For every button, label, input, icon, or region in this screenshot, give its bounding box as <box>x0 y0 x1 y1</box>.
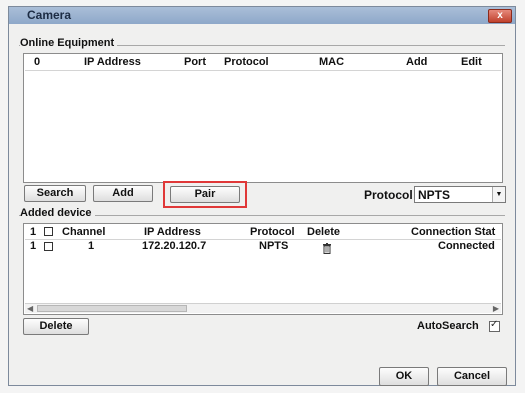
header-separator <box>25 70 501 71</box>
col-header-ip-address[interactable]: IP Address <box>84 56 141 68</box>
close-button[interactable]: x <box>488 9 512 23</box>
title-bar: Camera x <box>9 7 515 24</box>
col-header-ip-address[interactable]: IP Address <box>144 226 201 238</box>
row-ip-address: 172.20.120.7 <box>142 240 207 252</box>
ok-button[interactable]: OK <box>379 367 429 386</box>
autosearch-label: AutoSearch <box>417 320 479 332</box>
col-header-connection-status[interactable]: Connection Stat <box>411 226 495 238</box>
col-header-protocol[interactable]: Protocol <box>224 56 269 68</box>
col-header-index[interactable]: 0 <box>34 56 40 68</box>
window-title: Camera <box>27 8 72 22</box>
search-button[interactable]: Search <box>24 185 86 202</box>
arrow-left-icon[interactable]: ◀ <box>27 304 33 313</box>
cancel-button[interactable]: Cancel <box>437 367 507 386</box>
added-device-table[interactable]: 1 Channel IP Address Protocol Delete Con… <box>23 223 503 315</box>
table-row[interactable]: 1 1 172.20.120.7 NPTS Connected <box>24 240 502 254</box>
col-header-add[interactable]: Add <box>406 56 427 68</box>
row-checkbox[interactable] <box>44 242 53 251</box>
row-index: 1 <box>30 240 37 252</box>
row-protocol: NPTS <box>259 240 289 252</box>
protocol-select[interactable]: NPTS ▼ <box>414 186 506 203</box>
protocol-select-value: NPTS <box>418 188 451 202</box>
online-equipment-table[interactable]: 0 IP Address Port Protocol MAC Add Edit <box>23 53 503 183</box>
scrollbar-thumb[interactable] <box>37 305 187 312</box>
delete-button[interactable]: Delete <box>23 318 89 335</box>
col-header-port[interactable]: Port <box>184 56 206 68</box>
row-channel: 1 <box>88 240 95 252</box>
camera-dialog: Camera x Online Equipment 0 IP Address P… <box>8 6 516 386</box>
autosearch-checkbox[interactable]: ✓ <box>489 319 500 332</box>
added-device-label: Added device <box>20 207 95 219</box>
check-icon: ✓ <box>490 319 499 330</box>
select-all-checkbox[interactable] <box>44 227 53 236</box>
protocol-label: Protocol <box>364 188 413 202</box>
col-header-mac[interactable]: MAC <box>319 56 344 68</box>
col-header-protocol[interactable]: Protocol <box>250 226 295 238</box>
trash-icon[interactable] <box>322 241 332 254</box>
chevron-down-icon[interactable]: ▼ <box>492 187 505 202</box>
pair-button[interactable]: Pair <box>170 186 240 203</box>
row-connection-status: Connected <box>438 240 495 252</box>
arrow-right-icon[interactable]: ▶ <box>493 304 499 313</box>
col-header-edit[interactable]: Edit <box>461 56 482 68</box>
online-equipment-label: Online Equipment <box>20 37 118 49</box>
col-header-row-index: 1 <box>30 226 37 238</box>
horizontal-scrollbar[interactable]: ◀ ▶ <box>25 303 501 313</box>
col-header-delete[interactable]: Delete <box>307 226 340 238</box>
close-icon: x <box>497 10 503 21</box>
col-header-channel[interactable]: Channel <box>62 226 105 238</box>
add-button[interactable]: Add <box>93 185 153 202</box>
